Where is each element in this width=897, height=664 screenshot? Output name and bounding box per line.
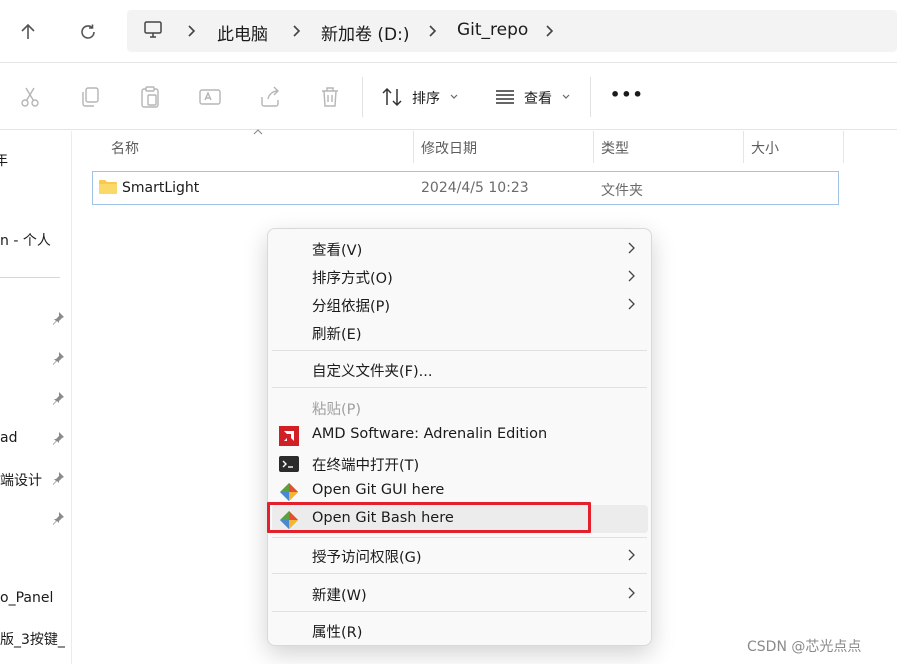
- chevron-right-icon: [628, 298, 635, 310]
- chevron-right-icon: [628, 549, 635, 561]
- view-button[interactable]: 查看: [524, 88, 552, 108]
- menu-item-label: 排序方式(O): [312, 271, 393, 287]
- menu-item-customize-folder[interactable]: 自定义文件夹(F)...: [268, 355, 651, 383]
- pin-icon: [53, 312, 64, 325]
- breadcrumb-item[interactable]: 此电脑: [217, 20, 268, 45]
- terminal-icon: [279, 456, 299, 472]
- menu-item-paste[interactable]: 粘贴(P): [268, 393, 651, 421]
- sidebar-item-label[interactable]: o_Panel: [0, 590, 53, 606]
- pin-icon: [53, 392, 64, 405]
- sidebar-item-label[interactable]: ad: [0, 430, 17, 446]
- pin-icon: [53, 512, 64, 525]
- file-explorer-window: 此电脑 新加卷 (D:) Git_repo 排序 查看 ••• 年 n - 个人…: [0, 0, 897, 664]
- menu-separator: [272, 573, 647, 574]
- column-header-modified[interactable]: 修改日期: [421, 138, 477, 158]
- file-row[interactable]: SmartLight 2024/4/5 10:23 文件夹: [92, 171, 839, 205]
- chevron-right-icon[interactable]: [542, 22, 556, 40]
- sort-ascending-icon: [253, 129, 263, 135]
- chevron-right-icon: [628, 587, 635, 599]
- column-divider[interactable]: [413, 131, 414, 163]
- more-options-button[interactable]: •••: [610, 85, 644, 104]
- column-header-name[interactable]: 名称: [111, 138, 139, 158]
- menu-item-open-git-gui[interactable]: Open Git GUI here: [268, 477, 651, 505]
- file-name[interactable]: SmartLight: [122, 180, 199, 196]
- menu-item-label: AMD Software: Adrenalin Edition: [312, 426, 548, 442]
- file-modified: 2024/4/5 10:23: [421, 180, 529, 196]
- menu-item-open-in-terminal[interactable]: 在终端中打开(T): [268, 449, 651, 477]
- navigation-pane: 年 n - 个人 ad 端设计 o_Panel 版_3按键_: [0, 131, 72, 664]
- folder-icon: [99, 180, 117, 194]
- menu-item-label: 自定义文件夹(F)...: [312, 364, 433, 380]
- menu-separator: [272, 350, 647, 351]
- sidebar-item-label[interactable]: 版_3按键_: [0, 629, 65, 649]
- chevron-down-icon: [562, 94, 570, 99]
- menu-item-label: 新建(W): [312, 588, 367, 604]
- breadcrumb-item[interactable]: 新加卷 (D:): [321, 20, 410, 45]
- chevron-right-icon[interactable]: [289, 22, 303, 40]
- pin-icon: [53, 472, 64, 485]
- address-row: 此电脑 新加卷 (D:) Git_repo: [0, 0, 897, 62]
- chevron-right-icon[interactable]: [184, 22, 198, 40]
- column-divider[interactable]: [743, 131, 744, 163]
- chevron-down-icon: [450, 94, 458, 99]
- view-icon[interactable]: [493, 85, 517, 109]
- menu-item-amd-software[interactable]: AMD Software: Adrenalin Edition: [268, 421, 651, 449]
- menu-item-label: Open Git GUI here: [312, 482, 445, 498]
- menu-item-label: 授予访问权限(G): [312, 550, 422, 566]
- menu-separator: [272, 611, 647, 612]
- menu-item-label: Open Git Bash here: [312, 510, 454, 526]
- column-divider[interactable]: [843, 131, 844, 163]
- pin-icon: [53, 352, 64, 365]
- command-bar: 排序 查看 •••: [0, 62, 897, 130]
- menu-item-properties[interactable]: 属性(R): [268, 616, 651, 644]
- menu-item-refresh[interactable]: 刷新(E): [268, 318, 651, 346]
- sort-button[interactable]: 排序: [412, 88, 440, 108]
- chevron-right-icon: [628, 242, 635, 254]
- menu-item-give-access[interactable]: 授予访问权限(G): [268, 541, 651, 569]
- cut-icon[interactable]: [18, 85, 42, 109]
- toolbar-divider: [362, 77, 363, 117]
- copy-icon[interactable]: [78, 85, 102, 109]
- menu-item-label: 查看(V): [312, 243, 363, 259]
- column-header-type[interactable]: 类型: [601, 138, 629, 158]
- context-menu: 查看(V) 排序方式(O) 分组依据(P) 刷新(E) 自定义文件夹(F)...…: [267, 228, 652, 646]
- menu-item-label: 刷新(E): [312, 327, 362, 343]
- file-type: 文件夹: [601, 183, 643, 199]
- share-icon[interactable]: [258, 85, 282, 109]
- amd-icon: [279, 426, 299, 446]
- menu-item-open-git-bash[interactable]: Open Git Bash here: [272, 505, 648, 533]
- toolbar-divider: [590, 77, 591, 117]
- menu-separator: [272, 537, 647, 538]
- delete-icon[interactable]: [318, 85, 342, 109]
- refresh-icon[interactable]: [70, 14, 106, 50]
- column-divider[interactable]: [593, 131, 594, 163]
- menu-item-view[interactable]: 查看(V): [268, 234, 651, 262]
- sidebar-item-label[interactable]: 年: [0, 150, 8, 170]
- paste-icon[interactable]: [138, 85, 162, 109]
- pin-icon: [53, 432, 64, 445]
- arrow-up-icon[interactable]: [10, 14, 46, 50]
- sidebar-item-label[interactable]: 端设计: [0, 470, 42, 490]
- computer-icon: [143, 20, 163, 44]
- menu-item-new[interactable]: 新建(W): [268, 579, 651, 607]
- chevron-right-icon: [628, 270, 635, 282]
- sidebar-divider: [0, 277, 60, 278]
- watermark: CSDN @芯光点点: [747, 639, 862, 655]
- menu-item-group-by[interactable]: 分组依据(P): [268, 290, 651, 318]
- git-icon: [280, 511, 298, 529]
- menu-item-label: 粘贴(P): [312, 402, 362, 418]
- menu-item-label: 属性(R): [312, 625, 363, 641]
- column-header-size[interactable]: 大小: [751, 138, 779, 158]
- menu-separator: [272, 387, 647, 388]
- breadcrumb-item[interactable]: Git_repo: [457, 20, 528, 40]
- rename-icon[interactable]: [198, 85, 222, 109]
- chevron-right-icon[interactable]: [425, 22, 439, 40]
- menu-item-label: 分组依据(P): [312, 299, 391, 315]
- git-icon: [280, 483, 298, 501]
- menu-item-sort-by[interactable]: 排序方式(O): [268, 262, 651, 290]
- sort-icon[interactable]: [380, 85, 404, 109]
- menu-item-label: 在终端中打开(T): [312, 458, 420, 474]
- sidebar-item-label[interactable]: n - 个人: [0, 230, 51, 250]
